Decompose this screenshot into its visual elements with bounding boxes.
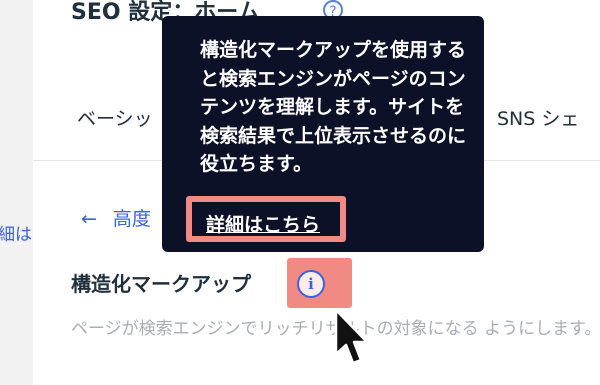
learn-more-link[interactable]: 詳細はこちら [206,210,320,237]
tab-basic[interactable]: ベーシッ [77,104,153,131]
back-to-advanced-link[interactable]: ← 高度 [81,204,151,231]
learn-more-link-container: 詳細はこちら [192,202,340,236]
tooltip-text: 構造化マークアップを使用すると検索エンジンがページのコンテンツを理解します。サイ… [200,39,467,175]
tab-sns-share[interactable]: SNS シェ [497,104,579,131]
info-button-highlight: i [287,258,352,308]
background-panel: 細は [0,0,33,385]
tooltip: 構造化マークアップを使用すると検索エンジンがページのコンテンツを理解します。サイ… [162,16,484,252]
info-icon[interactable]: i [297,270,325,298]
mouse-pointer-icon [334,308,369,365]
back-link-label: 高度 [112,208,151,230]
learn-more-highlight: 詳細はこちら [186,196,346,242]
background-link[interactable]: 細は [0,220,32,245]
structured-markup-title: 構造化マークアップ [71,272,251,296]
arrow-left-icon: ← [81,208,97,230]
